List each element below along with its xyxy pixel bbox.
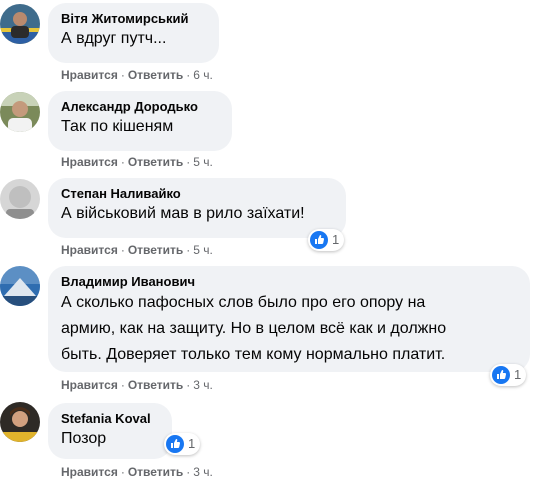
avatar-image <box>0 402 40 442</box>
reaction-count: 1 <box>514 367 522 382</box>
comment-text: Так по кішеням <box>61 118 174 135</box>
separator: · <box>186 155 191 169</box>
comment-text-line: А сколько пафосных слов было про его опо… <box>61 294 426 311</box>
like-link[interactable]: Нравится <box>61 155 118 169</box>
reaction-summary[interactable]: 1 <box>164 433 201 455</box>
comment-bubble: Вітя Житомирський А вдруг путч... <box>48 3 219 63</box>
comment-actions: Нравится · Ответить · 6 ч. <box>61 67 213 83</box>
avatar-image <box>0 179 40 219</box>
comment-author[interactable]: Вітя Житомирський <box>61 11 207 27</box>
reaction-count: 1 <box>188 436 196 451</box>
comment-actions: Нравится · Ответить · 3 ч. <box>61 377 213 393</box>
avatar[interactable] <box>0 402 40 442</box>
like-link[interactable]: Нравится <box>61 465 118 479</box>
reply-link[interactable]: Ответить <box>128 68 183 82</box>
separator: · <box>120 155 125 169</box>
avatar[interactable] <box>0 92 40 132</box>
reaction-summary[interactable]: 1 <box>308 229 345 251</box>
comment-time[interactable]: 5 ч. <box>193 155 213 169</box>
separator: · <box>120 378 125 392</box>
reply-link[interactable]: Ответить <box>128 243 183 257</box>
comment-bubble: Владимир Иванович А сколько пафосных сло… <box>48 266 530 372</box>
separator: · <box>120 465 125 479</box>
comment-author[interactable]: Степан Наливайко <box>61 186 334 202</box>
avatar-image <box>0 92 40 132</box>
like-link[interactable]: Нравится <box>61 68 118 82</box>
comment-time[interactable]: 3 ч. <box>193 465 213 479</box>
like-link[interactable]: Нравится <box>61 378 118 392</box>
comment-text-line: армию, как на защиту. Но в целом всё как… <box>61 320 447 337</box>
comment-time[interactable]: 5 ч. <box>193 243 213 257</box>
avatar[interactable] <box>0 179 40 219</box>
reply-link[interactable]: Ответить <box>128 378 183 392</box>
comment-bubble: Stefania Koval Позор <box>48 403 172 459</box>
comment-author[interactable]: Александр Дородько <box>61 99 220 115</box>
comment-actions: Нравится · Ответить · 3 ч. <box>61 464 213 480</box>
separator: · <box>120 68 125 82</box>
separator: · <box>186 68 191 82</box>
comment-author[interactable]: Владимир Иванович <box>61 274 518 290</box>
comment-bubble: Александр Дородько Так по кішеням <box>48 91 232 151</box>
like-thumbs-up-icon <box>310 231 328 249</box>
separator: · <box>120 243 125 257</box>
avatar-image <box>0 4 40 44</box>
separator: · <box>186 378 191 392</box>
avatar[interactable] <box>0 266 40 306</box>
like-thumbs-up-icon <box>492 366 510 384</box>
comment-actions: Нравится · Ответить · 5 ч. <box>61 154 213 170</box>
avatar[interactable] <box>0 4 40 44</box>
comment-text-line: быть. Доверяет только тем кому нормально… <box>61 346 446 363</box>
comment-text: А вдруг путч... <box>61 30 167 47</box>
reaction-summary[interactable]: 1 <box>490 364 527 386</box>
comment-text: А військовий мав в рило заїхати! <box>61 205 305 222</box>
reaction-count: 1 <box>332 232 340 247</box>
comment-time[interactable]: 6 ч. <box>193 68 213 82</box>
separator: · <box>186 243 191 257</box>
comment-text: А сколько пафосных слов было про его опо… <box>61 290 518 368</box>
reply-link[interactable]: Ответить <box>128 465 183 479</box>
comment-actions: Нравится · Ответить · 5 ч. <box>61 242 213 258</box>
separator: · <box>186 465 191 479</box>
like-link[interactable]: Нравится <box>61 243 118 257</box>
reply-link[interactable]: Ответить <box>128 155 183 169</box>
like-thumbs-up-icon <box>166 435 184 453</box>
comment-bubble: Степан Наливайко А військовий мав в рило… <box>48 178 346 238</box>
comment-time[interactable]: 3 ч. <box>193 378 213 392</box>
comment-text: Позор <box>61 430 107 447</box>
avatar-image <box>0 266 40 306</box>
comment-author[interactable]: Stefania Koval <box>61 411 160 427</box>
